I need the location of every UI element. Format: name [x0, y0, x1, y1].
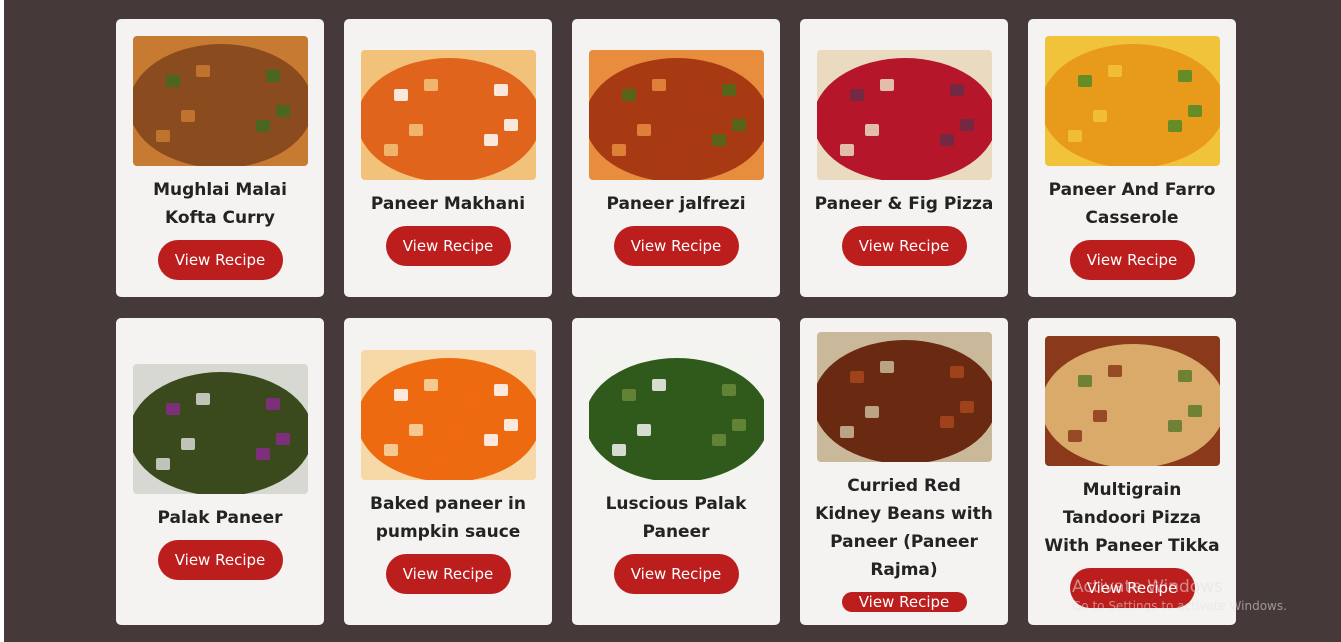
recipe-image [132, 36, 308, 166]
recipe-image [816, 50, 992, 180]
recipe-title: Luscious Palak Paneer [605, 493, 747, 542]
view-recipe-button[interactable]: View Recipe [841, 591, 967, 612]
view-recipe-button[interactable]: View Recipe [841, 226, 967, 266]
recipe-image [588, 50, 764, 180]
recipe-image [360, 50, 536, 180]
recipe-card: Paneer Makhani View Recipe [344, 19, 552, 297]
recipe-title: Paneer Makhani [370, 194, 526, 214]
recipe-card: Palak Paneer View Recipe [116, 318, 324, 625]
view-recipe-button[interactable]: View Recipe [385, 226, 511, 266]
view-recipe-button[interactable]: View Recipe [157, 539, 283, 580]
recipe-image [132, 363, 308, 494]
recipe-card: Multigrain Tandoori Pizza With Paneer Ti… [1028, 318, 1236, 625]
recipe-card: Paneer And Farro Casserole View Recipe [1028, 19, 1236, 297]
recipe-card: Curried Red Kidney Beans with Paneer (Pa… [800, 318, 1008, 625]
recipe-grid: Mughlai Malai Kofta Curry View Recipe Pa… [116, 19, 1236, 625]
recipe-card: Paneer & Fig Pizza View Recipe [800, 19, 1008, 297]
recipe-image [1044, 36, 1220, 166]
view-recipe-button[interactable]: View Recipe [613, 553, 739, 594]
view-recipe-button[interactable]: View Recipe [613, 226, 739, 266]
recipe-card: Luscious Palak Paneer View Recipe [572, 318, 780, 625]
view-recipe-button[interactable]: View Recipe [1069, 567, 1195, 608]
recipe-title: Palak Paneer [157, 507, 283, 528]
recipe-title: Curried Red Kidney Beans with Paneer (Pa… [815, 475, 993, 580]
recipe-image [588, 349, 764, 480]
recipe-card: Paneer jalfrezi View Recipe [572, 19, 780, 297]
view-recipe-button[interactable]: View Recipe [157, 240, 283, 280]
recipe-title: Paneer & Fig Pizza [814, 194, 994, 214]
recipe-image [816, 331, 992, 462]
recipe-title: Paneer And Farro Casserole [1048, 180, 1216, 228]
recipe-card: Mughlai Malai Kofta Curry View Recipe [116, 19, 324, 297]
recipe-card: Baked paneer in pumpkin sauce View Recip… [344, 318, 552, 625]
recipe-title: Mughlai Malai Kofta Curry [153, 180, 287, 228]
recipe-title: Baked paneer in pumpkin sauce [370, 493, 526, 542]
recipe-image [360, 349, 536, 480]
recipe-image [1044, 335, 1220, 466]
recipe-title: Paneer jalfrezi [606, 194, 746, 214]
recipe-title: Multigrain Tandoori Pizza With Paneer Ti… [1044, 479, 1220, 556]
view-recipe-button[interactable]: View Recipe [1069, 240, 1195, 280]
view-recipe-button[interactable]: View Recipe [385, 553, 511, 594]
